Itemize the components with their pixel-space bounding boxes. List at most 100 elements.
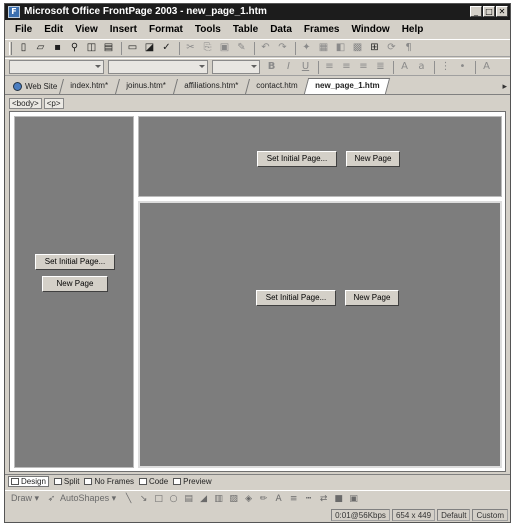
format-painter-icon[interactable]: ✎ [234, 41, 249, 55]
tab-new-page-1[interactable]: new_page_1.htm [304, 78, 391, 94]
page-dimensions[interactable]: 654 x 449 [391, 508, 436, 521]
tab-split[interactable]: Split [53, 477, 79, 486]
tab-affiliations[interactable]: affiliations.htm* [172, 79, 248, 94]
redo-icon[interactable]: ↷ [275, 41, 290, 55]
menu-file[interactable]: File [15, 24, 32, 35]
publish-icon[interactable]: ◫ [84, 41, 99, 55]
menu-data[interactable]: Data [270, 24, 292, 35]
line-color-icon[interactable]: ✏ [257, 493, 270, 505]
copy-icon[interactable]: ⎘ [200, 41, 215, 55]
main-frame[interactable]: Set Initial Page... New Page [138, 201, 502, 468]
align-center-icon[interactable]: ≡ [339, 60, 354, 74]
underline-icon[interactable]: U [298, 60, 313, 74]
clipart-icon[interactable]: ▨ [227, 493, 240, 505]
tab-index[interactable]: index.htm* [59, 79, 119, 94]
menu-table[interactable]: Table [233, 24, 258, 35]
oval-icon[interactable]: ○ [167, 493, 180, 505]
menu-edit[interactable]: Edit [44, 24, 63, 35]
menu-format[interactable]: Format [149, 24, 183, 35]
web-component-icon[interactable]: ✦ [299, 41, 314, 55]
menu-frames[interactable]: Frames [304, 24, 340, 35]
wordart-icon[interactable]: ◢ [197, 493, 210, 505]
search-icon[interactable]: ⚲ [67, 41, 82, 55]
print-icon[interactable]: ▭ [125, 41, 140, 55]
main-set-initial-page-button[interactable]: Set Initial Page... [256, 290, 336, 306]
frontpage-app-icon[interactable]: F [8, 6, 20, 18]
top-frame[interactable]: Set Initial Page... New Page [138, 116, 502, 197]
undo-icon[interactable]: ↶ [258, 41, 273, 55]
autoshapes-menu-button[interactable]: AutoShapes ▾ [60, 493, 116, 504]
left-frame[interactable]: Set Initial Page... New Page [14, 116, 134, 468]
menu-help[interactable]: Help [402, 24, 424, 35]
fill-color-icon[interactable]: ◈ [242, 493, 255, 505]
open-icon[interactable]: ▱ [33, 41, 48, 55]
bold-icon[interactable]: B [264, 60, 279, 74]
tag-p[interactable]: <p> [43, 97, 64, 109]
3d-icon[interactable]: ▣ [347, 493, 360, 505]
top-new-page-button[interactable]: New Page [346, 151, 400, 167]
align-right-icon[interactable]: ≡ [356, 60, 371, 74]
shadow-icon[interactable]: ■ [332, 493, 345, 505]
numbering-icon[interactable]: ⋮ [438, 60, 453, 74]
new-page-icon[interactable]: ▯ [16, 41, 31, 55]
tab-joinus[interactable]: joinus.htm* [115, 79, 176, 94]
save-icon[interactable]: ▪ [50, 41, 65, 55]
maximize-button[interactable]: □ [483, 6, 495, 17]
text-color-icon[interactable]: A [272, 493, 285, 505]
decrease-font-icon[interactable]: a [414, 60, 429, 74]
toolbar-grip[interactable] [9, 41, 12, 55]
line-icon[interactable]: ╲ [122, 493, 135, 505]
frontpage-window: F Microsoft Office FrontPage 2003 - new_… [4, 3, 511, 523]
hyperlink-icon[interactable]: ⊞ [367, 41, 382, 55]
toggle-pane-icon[interactable]: ▤ [101, 41, 116, 55]
insert-table-icon[interactable]: ▦ [316, 41, 331, 55]
tab-preview[interactable]: Preview [173, 477, 212, 486]
tab-web-site[interactable]: Web Site [9, 79, 61, 94]
tab-code[interactable]: Code [139, 477, 168, 486]
draw-menu-button[interactable]: Draw ▾ [11, 493, 39, 504]
menu-view[interactable]: View [75, 24, 98, 35]
tab-contact[interactable]: contact.htm [244, 79, 308, 94]
dash-style-icon[interactable]: ┅ [302, 493, 315, 505]
preview-icon[interactable]: ◪ [142, 41, 157, 55]
font-color-icon[interactable]: A [479, 60, 494, 74]
font-size-dropdown[interactable] [212, 60, 260, 74]
left-set-initial-page-button[interactable]: Set Initial Page... [35, 254, 115, 270]
textbox-icon[interactable]: ▤ [182, 493, 195, 505]
refresh-icon[interactable]: ⟳ [384, 41, 399, 55]
left-new-page-button[interactable]: New Page [42, 276, 108, 292]
spelling-icon[interactable]: ✓ [159, 41, 174, 55]
close-button[interactable]: ✕ [496, 6, 508, 17]
paste-icon[interactable]: ▣ [217, 41, 232, 55]
top-set-initial-page-button[interactable]: Set Initial Page... [257, 151, 337, 167]
menu-tools[interactable]: Tools [195, 24, 221, 35]
show-all-icon[interactable]: ¶ [401, 41, 416, 55]
insert-layer-icon[interactable]: ◧ [333, 41, 348, 55]
diagram-icon[interactable]: ▥ [212, 493, 225, 505]
download-speed[interactable]: 0:01@56Kbps [331, 508, 390, 521]
arrow-icon[interactable]: ↘ [137, 493, 150, 505]
insert-picture-icon[interactable]: ▩ [350, 41, 365, 55]
tab-scroll-arrow-icon[interactable]: ▸ [502, 81, 507, 92]
title-bar[interactable]: F Microsoft Office FrontPage 2003 - new_… [5, 4, 510, 20]
code-icon [139, 478, 148, 485]
tab-design[interactable]: Design [8, 476, 49, 487]
align-left-icon[interactable]: ≡ [322, 60, 337, 74]
menu-insert[interactable]: Insert [110, 24, 137, 35]
cut-icon[interactable]: ✂ [183, 41, 198, 55]
increase-font-icon[interactable]: A [397, 60, 412, 74]
style-dropdown[interactable] [9, 60, 104, 74]
arrow-style-icon[interactable]: ⇄ [317, 493, 330, 505]
select-pointer-icon[interactable]: ➶ [45, 493, 58, 505]
main-new-page-button[interactable]: New Page [345, 290, 399, 306]
tab-no-frames[interactable]: No Frames [84, 477, 134, 486]
italic-icon[interactable]: I [281, 60, 296, 74]
minimize-button[interactable]: _ [470, 6, 482, 17]
line-style-icon[interactable]: ≡ [287, 493, 300, 505]
tag-body[interactable]: <body> [9, 97, 42, 109]
menu-window[interactable]: Window [351, 24, 389, 35]
justify-icon[interactable]: ≣ [373, 60, 388, 74]
bullets-icon[interactable]: • [455, 60, 470, 74]
font-dropdown[interactable] [108, 60, 208, 74]
rectangle-icon[interactable]: □ [152, 493, 165, 505]
